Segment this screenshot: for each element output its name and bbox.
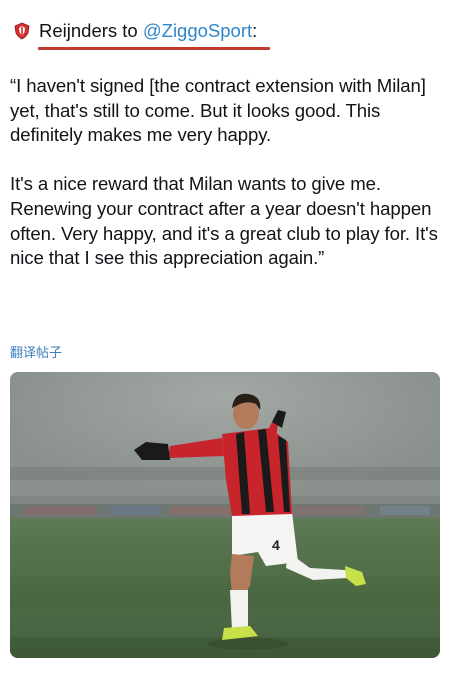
translate-post-link[interactable]: 翻译帖子 <box>10 342 62 361</box>
player-celebration-image: 4 <box>10 372 440 658</box>
source-line: Reijnders to @ZiggoSport: <box>39 19 257 43</box>
header-underline <box>38 47 270 50</box>
post-card: Reijnders to @ZiggoSport: “I haven't sig… <box>0 0 450 682</box>
club-crest-icon <box>14 22 30 40</box>
quote-paragraph-1: “I haven't signed [the contract extensio… <box>10 75 426 146</box>
colon-text: : <box>252 20 258 41</box>
post-photo[interactable]: 4 <box>10 372 440 658</box>
quote-body: “I haven't signed [the contract extensio… <box>10 74 442 271</box>
jersey-number: 4 <box>272 537 280 553</box>
mention-link[interactable]: @ZiggoSport <box>143 20 252 41</box>
quote-paragraph-2: It's a nice reward that Milan wants to g… <box>10 173 438 269</box>
author-text: Reijnders to <box>39 20 143 41</box>
